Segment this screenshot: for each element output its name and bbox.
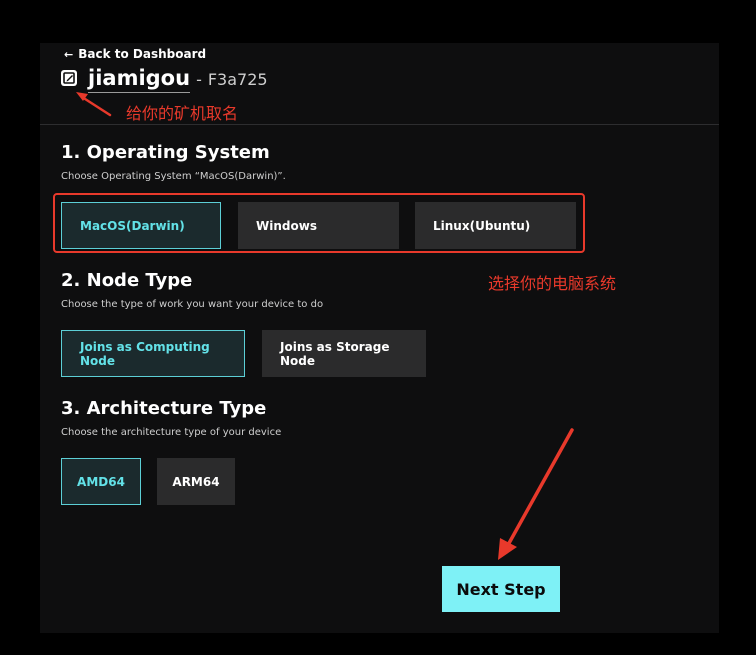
os-option-macos[interactable]: MacOS(Darwin) xyxy=(61,202,221,249)
device-name[interactable]: jiamigou xyxy=(88,66,191,93)
node-option-computing[interactable]: Joins as Computing Node xyxy=(61,330,245,377)
device-separator: - xyxy=(196,70,202,89)
edit-icon[interactable] xyxy=(60,69,78,87)
os-option-linux[interactable]: Linux(Ubuntu) xyxy=(415,202,576,249)
device-title: jiamigou - F3a725 xyxy=(60,66,268,93)
node-section-description: Choose the type of work you want your de… xyxy=(61,299,324,310)
os-option-windows[interactable]: Windows xyxy=(238,202,399,249)
arch-section-title: 3. Architecture Type xyxy=(61,398,267,419)
header-divider xyxy=(40,124,719,125)
arch-section-description: Choose the architecture type of your dev… xyxy=(61,427,282,438)
os-section-title: 1. Operating System xyxy=(61,142,270,163)
arch-option-arm64[interactable]: ARM64 xyxy=(157,458,235,505)
next-step-button[interactable]: Next Step xyxy=(442,566,560,612)
os-section-description: Choose Operating System “MacOS(Darwin)”. xyxy=(61,171,286,182)
device-id: F3a725 xyxy=(207,70,268,89)
node-option-storage[interactable]: Joins as Storage Node xyxy=(262,330,426,377)
choose-os-annotation: 选择你的电脑系统 xyxy=(488,274,617,293)
node-section-title: 2. Node Type xyxy=(61,270,193,291)
back-to-dashboard-link[interactable]: ← Back to Dashboard xyxy=(64,47,206,61)
arrow-left-icon: ← xyxy=(64,47,74,61)
rename-annotation: 给你的矿机取名 xyxy=(126,104,239,123)
arch-option-amd64[interactable]: AMD64 xyxy=(61,458,141,505)
back-link-label: Back to Dashboard xyxy=(78,47,207,61)
